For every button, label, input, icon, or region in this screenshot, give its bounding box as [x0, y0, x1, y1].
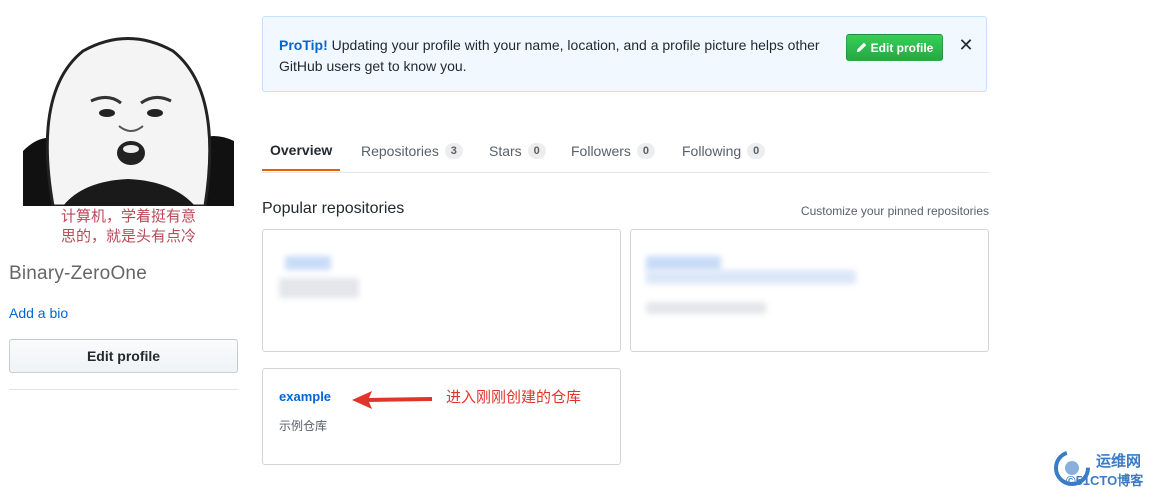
add-bio-link[interactable]: Add a bio — [9, 305, 68, 321]
blurred-repo-meta — [646, 302, 766, 314]
watermark-line2: ©51CTO博客 — [1066, 473, 1144, 488]
blurred-repo-description — [646, 270, 856, 284]
tab-followers[interactable]: Followers 0 — [563, 130, 663, 171]
profile-tabs: Overview Repositories 3 Stars 0 Follower… — [262, 130, 989, 173]
close-icon[interactable]: ✕ — [958, 34, 974, 56]
protip-text: ProTip! Updating your profile with your … — [279, 35, 839, 77]
blurred-repo-description — [279, 278, 359, 298]
tab-overview[interactable]: Overview — [262, 130, 341, 171]
sidebar-divider — [9, 389, 238, 390]
protip-edit-profile-label: Edit profile — [870, 40, 934, 55]
tab-repositories[interactable]: Repositories 3 — [353, 130, 471, 171]
edit-profile-button[interactable]: Edit profile — [9, 339, 238, 373]
red-arrow-annotation — [352, 391, 432, 409]
annotation-text: 进入刚刚创建的仓库 — [446, 388, 582, 406]
blurred-repo-name — [285, 256, 331, 270]
protip-message: Updating your profile with your name, lo… — [279, 37, 820, 74]
tab-stars[interactable]: Stars 0 — [481, 130, 554, 171]
repo-card-1[interactable] — [262, 229, 621, 352]
tab-following[interactable]: Following 0 — [674, 130, 773, 171]
stars-count-badge: 0 — [527, 142, 546, 159]
tab-following-label: Following — [682, 142, 742, 159]
avatar-caption-line1: 计算机，学着挺有意 — [60, 207, 196, 225]
repositories-count-badge: 3 — [444, 142, 463, 159]
tab-followers-label: Followers — [571, 142, 631, 159]
following-count-badge: 0 — [747, 142, 766, 159]
protip-label: ProTip! — [279, 37, 328, 53]
watermark-line1: 运维网 — [1096, 453, 1142, 470]
avatar[interactable]: 计算机，学着挺有意 思的，就是头有点冷 — [23, 31, 234, 244]
followers-count-badge: 0 — [636, 142, 655, 159]
blurred-repo-name — [646, 256, 721, 271]
pencil-icon — [856, 42, 866, 53]
tab-stars-label: Stars — [489, 142, 522, 159]
popular-repositories-title: Popular repositories — [262, 200, 405, 217]
repo-card-2[interactable] — [630, 229, 989, 352]
site-watermark: 运维网 ©51CTO博客 — [1052, 448, 1156, 490]
repo-name-link[interactable]: example — [279, 389, 331, 404]
repo-card-example[interactable]: example 示例仓库 — [262, 368, 621, 465]
tab-overview-label: Overview — [270, 141, 333, 158]
avatar-caption-line2: 思的，就是头有点冷 — [60, 227, 196, 244]
repo-description: 示例仓库 — [279, 419, 328, 433]
profile-username: Binary-ZeroOne — [9, 263, 147, 284]
protip-banner: ProTip! Updating your profile with your … — [262, 16, 987, 92]
protip-edit-profile-button[interactable]: Edit profile — [846, 34, 943, 61]
customize-pinned-link[interactable]: Customize your pinned repositories — [801, 204, 989, 218]
tab-repositories-label: Repositories — [361, 142, 439, 159]
avatar-meme-image — [23, 31, 234, 206]
